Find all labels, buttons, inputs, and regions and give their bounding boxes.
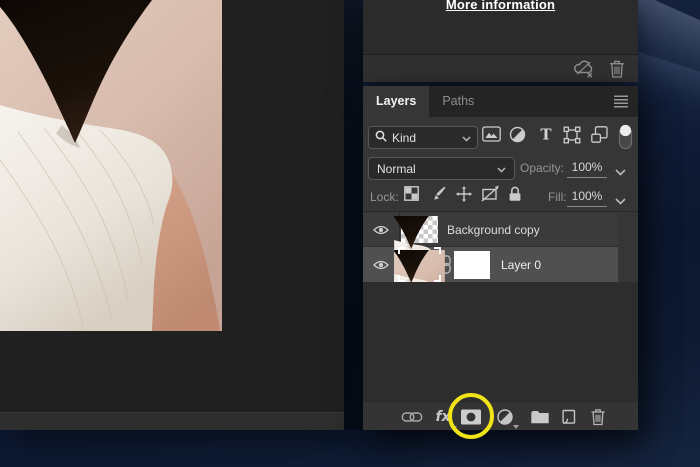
tab-paths[interactable]: Paths bbox=[429, 86, 487, 117]
adjustment-menu-arrow[interactable] bbox=[513, 425, 519, 429]
delete-icon[interactable] bbox=[609, 60, 625, 78]
link-layers-icon[interactable] bbox=[401, 412, 423, 422]
delete-layer-icon[interactable] bbox=[591, 409, 606, 426]
panel-menu-icon[interactable] bbox=[613, 95, 629, 113]
panel-tabbar: Layers Paths bbox=[363, 86, 638, 117]
blend-mode-value: Normal bbox=[377, 161, 416, 176]
adjustment-fill-layer-icon[interactable] bbox=[497, 409, 514, 426]
layer-row-layer-0[interactable]: Layer 0 bbox=[363, 247, 618, 282]
new-layer-icon[interactable] bbox=[561, 409, 576, 425]
filter-shape-layers-icon[interactable] bbox=[563, 126, 581, 149]
fill-value[interactable]: 100% bbox=[567, 189, 607, 207]
fill-label: Fill: bbox=[548, 190, 567, 204]
cloud-sync-disabled-icon[interactable] bbox=[573, 59, 594, 78]
search-icon bbox=[375, 129, 387, 147]
layer-styles-menu-arrow[interactable] bbox=[451, 426, 457, 430]
canvas-photo bbox=[0, 0, 222, 331]
lock-all-icon[interactable] bbox=[508, 186, 522, 207]
layer-row-background-copy[interactable]: Background copy bbox=[363, 213, 618, 292]
filter-kind-label: Kind bbox=[392, 130, 417, 145]
layer-list-empty-area bbox=[363, 282, 638, 401]
lock-transparent-pixels-icon[interactable] bbox=[404, 186, 419, 206]
layer-list: Background copy Layer 0 bbox=[363, 213, 618, 282]
filter-toggle-switch[interactable] bbox=[618, 123, 633, 155]
info-panel-footer bbox=[363, 54, 638, 82]
document-window bbox=[0, 0, 344, 430]
filter-adjustment-layers-icon[interactable] bbox=[509, 126, 526, 148]
svg-text:T: T bbox=[540, 126, 552, 144]
layers-footer-bar: fx bbox=[363, 401, 638, 430]
lock-image-pixels-icon[interactable] bbox=[430, 186, 446, 207]
desktop: More information Layers Paths Kind T Nor… bbox=[0, 0, 700, 467]
info-panel: More information bbox=[363, 0, 638, 82]
blend-mode-dropdown[interactable]: Normal bbox=[368, 157, 515, 180]
more-information-link[interactable]: More information bbox=[363, 0, 638, 12]
lock-artboards-icon[interactable] bbox=[481, 185, 499, 207]
fill-chevron-icon[interactable] bbox=[615, 192, 626, 210]
layer-thumbnail-selected[interactable] bbox=[401, 247, 438, 279]
chevron-down-icon bbox=[462, 129, 471, 147]
layer-mask-thumbnail[interactable] bbox=[454, 250, 490, 279]
layer-name[interactable]: Background copy bbox=[447, 223, 540, 237]
layer-thumbnail[interactable] bbox=[394, 215, 445, 292]
lock-label: Lock: bbox=[370, 190, 399, 204]
panel-divider bbox=[363, 211, 638, 212]
window-gap-shadow bbox=[344, 0, 363, 430]
lock-position-icon[interactable] bbox=[456, 186, 472, 207]
add-layer-mask-icon[interactable] bbox=[461, 409, 482, 425]
chevron-down-icon bbox=[497, 160, 506, 178]
opacity-label: Opacity: bbox=[520, 161, 565, 175]
new-group-icon[interactable] bbox=[531, 410, 550, 424]
opacity-chevron-icon[interactable] bbox=[615, 163, 626, 181]
tab-layers[interactable]: Layers bbox=[363, 86, 430, 117]
layer-styles-icon[interactable]: fx bbox=[435, 409, 450, 425]
layers-panel: Layers Paths Kind T Normal Opacity: 100%… bbox=[363, 86, 638, 430]
filter-pixel-layers-icon[interactable] bbox=[482, 126, 501, 147]
layer-filter-kind-dropdown[interactable]: Kind bbox=[368, 126, 478, 149]
filter-type-layers-icon[interactable]: T bbox=[539, 126, 553, 148]
layer-name[interactable]: Layer 0 bbox=[501, 258, 541, 272]
filter-smart-objects-icon[interactable] bbox=[591, 126, 608, 148]
document-status-bar bbox=[0, 412, 344, 430]
opacity-value[interactable]: 100% bbox=[567, 160, 607, 178]
